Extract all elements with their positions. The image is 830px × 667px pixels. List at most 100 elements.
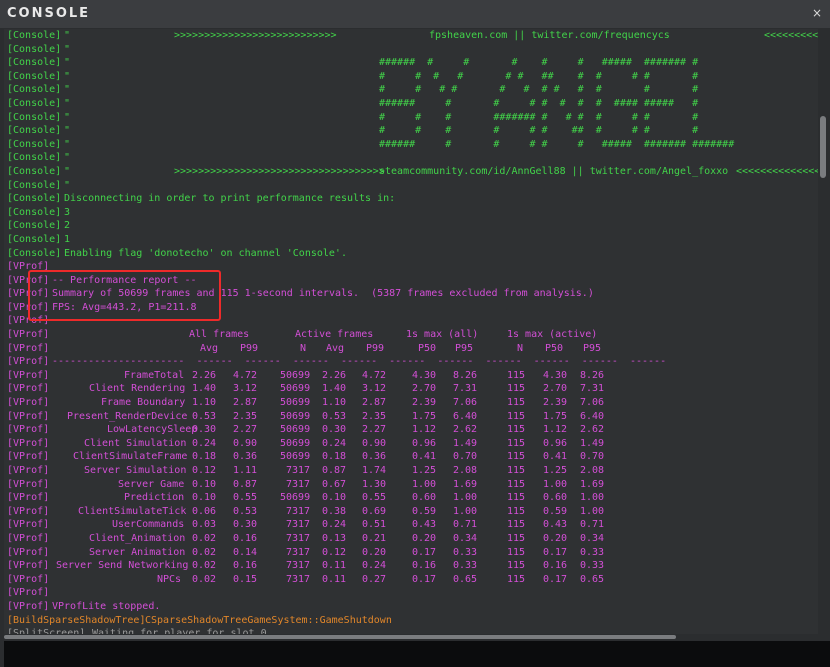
console-output[interactable]: [Console] " >>>>>>>>>>>>>>>>>>>>>>>>>>> fps… bbox=[4, 29, 819, 635]
line-text: 2.27 bbox=[233, 424, 258, 436]
line-prefix: [VProf] bbox=[7, 600, 50, 612]
line-text: 1s max (all) bbox=[406, 329, 479, 341]
line-text: 1.12 bbox=[543, 424, 568, 436]
vertical-scrollbar[interactable] bbox=[818, 29, 828, 635]
line-text: Frame Boundary bbox=[101, 397, 186, 409]
line-text: CSparseShadowTreeGameSystem::GameShutdow… bbox=[145, 614, 392, 626]
line-text: 2.08 bbox=[453, 465, 478, 476]
console-line: [VProf] UserCommands 0.03 0.30 7317 0.24 0.51 0… bbox=[4, 518, 819, 532]
line-text: 0.16 bbox=[412, 560, 437, 572]
console-line: [Console] " >>>>>>>>>>>>>>>>>>>>>>>>>>> fps… bbox=[4, 29, 819, 43]
console-line: [VProf] Client Simulation 0.24 0.90 50699 0.2… bbox=[4, 437, 819, 451]
line-prefix: [VProf] bbox=[7, 492, 50, 504]
line-text: FrameTotal bbox=[124, 369, 185, 381]
line-text: 2 bbox=[64, 220, 71, 232]
line-prefix: [Console] bbox=[7, 70, 62, 82]
console-line: [VProf] bbox=[4, 586, 819, 600]
line-text: P95 bbox=[583, 342, 602, 354]
line-prefix: [Console] bbox=[7, 206, 62, 218]
line-text: 0.20 bbox=[362, 546, 387, 558]
line-text: 0.30 bbox=[192, 424, 217, 436]
line-text: 0.17 bbox=[543, 546, 568, 558]
line-text: 2.27 bbox=[362, 424, 387, 436]
console-line: [VProf] Frame Boundary 1.10 2.87 50699 1.10 2.… bbox=[4, 396, 819, 410]
console-line: [VProf] FPS: Avg=443.2, P1=211.8 bbox=[4, 301, 819, 315]
line-text: Server Game bbox=[118, 478, 185, 490]
line-text: " bbox=[64, 84, 71, 96]
line-text: 115 bbox=[507, 369, 526, 381]
console-line: [VProf] bbox=[4, 314, 819, 328]
horizontal-scrollbar[interactable] bbox=[4, 634, 818, 640]
line-text: 0.10 bbox=[192, 478, 217, 490]
line-text: 1.75 bbox=[543, 410, 568, 422]
line-text: " bbox=[64, 70, 71, 82]
line-text: 0.06 bbox=[192, 505, 217, 517]
line-text: 7317 bbox=[286, 546, 311, 558]
console-line: [VProf] -- Performance report -- bbox=[4, 274, 819, 288]
line-text: 0.60 bbox=[543, 492, 568, 504]
line-text: Server Send Networking bbox=[56, 560, 189, 572]
line-text: 7317 bbox=[286, 519, 311, 531]
line-text: 115 bbox=[507, 546, 526, 558]
line-text: " bbox=[64, 111, 71, 123]
console-line: [Console] Disconnecting in order to print… bbox=[4, 192, 819, 206]
console-line: [VProf] ClientSimulateTick 0.06 0.53 7317 0.3… bbox=[4, 505, 819, 519]
line-text: N bbox=[300, 342, 307, 354]
line-prefix: [VProf] bbox=[7, 301, 50, 313]
line-text: 0.16 bbox=[233, 560, 258, 572]
line-text: 0.69 bbox=[362, 505, 387, 517]
line-text: 1.11 bbox=[233, 465, 258, 476]
line-text: 0.18 bbox=[322, 451, 347, 463]
line-text: 0.67 bbox=[322, 478, 347, 490]
line-prefix: [VProf] bbox=[7, 342, 50, 354]
line-text: 1.30 bbox=[362, 478, 387, 490]
line-text: 0.30 bbox=[233, 519, 258, 531]
line-text: 115 bbox=[507, 573, 526, 585]
close-icon[interactable]: × bbox=[812, 6, 822, 20]
vertical-scrollbar-thumb[interactable] bbox=[820, 116, 826, 178]
line-text: 1.74 bbox=[362, 465, 387, 476]
console-line: [Console] " ###### # # # # # # # #### ####… bbox=[4, 97, 819, 111]
line-prefix: [VProf] bbox=[7, 505, 50, 517]
line-text: 7317 bbox=[286, 505, 311, 517]
console-line: [BuildSparseShadowTree] CSparseShadowTree… bbox=[4, 614, 819, 628]
line-text: 115 bbox=[507, 519, 526, 531]
line-text: 2.70 bbox=[543, 383, 568, 395]
line-text: 1.40 bbox=[322, 383, 347, 395]
line-text: Server Simulation bbox=[84, 465, 187, 476]
line-text: P50 bbox=[418, 342, 437, 354]
console-line: [Console] " # # # # # # ## # # # # # bbox=[4, 70, 819, 84]
line-text: 1.75 bbox=[412, 410, 437, 422]
line-text: <<<<<<<<<<<<<<< bbox=[736, 165, 819, 177]
line-text: 0.90 bbox=[233, 437, 258, 449]
line-text: 1.12 bbox=[412, 424, 437, 436]
line-text: # # # ####### # # # # # # # bbox=[379, 111, 699, 123]
line-text: 0.55 bbox=[362, 492, 387, 504]
line-text: 1.69 bbox=[580, 478, 605, 490]
line-text: 50699 bbox=[280, 424, 311, 436]
horizontal-scrollbar-thumb[interactable] bbox=[4, 635, 676, 639]
line-text: 50699 bbox=[280, 410, 311, 422]
console-line: [Console] 2 bbox=[4, 219, 819, 233]
line-text: 0.96 bbox=[543, 437, 568, 449]
line-text: P99 bbox=[240, 342, 259, 354]
line-text: 1.00 bbox=[453, 492, 478, 504]
line-text: 7317 bbox=[286, 532, 311, 544]
line-text: 2.39 bbox=[543, 397, 568, 409]
line-prefix: [VProf] bbox=[7, 451, 50, 463]
line-prefix: [Console] bbox=[7, 97, 62, 109]
console-line: [VProf] Client Rendering 1.40 3.12 50699 1.40… bbox=[4, 382, 819, 396]
line-text: 1.00 bbox=[580, 492, 605, 504]
line-prefix: [Console] bbox=[7, 84, 62, 96]
console-line: [Console] 3 bbox=[4, 206, 819, 220]
line-text: 7.06 bbox=[580, 397, 605, 409]
line-text: 0.53 bbox=[322, 410, 347, 422]
line-text: 0.03 bbox=[192, 519, 217, 531]
line-text: ClientSimulateFrame bbox=[73, 451, 188, 463]
line-text: 0.60 bbox=[412, 492, 437, 504]
console-command-input[interactable] bbox=[4, 641, 830, 667]
line-text: 2.08 bbox=[580, 465, 605, 476]
line-text: 115 bbox=[507, 437, 526, 449]
line-text: 0.02 bbox=[192, 546, 217, 558]
line-text: 0.71 bbox=[580, 519, 605, 531]
